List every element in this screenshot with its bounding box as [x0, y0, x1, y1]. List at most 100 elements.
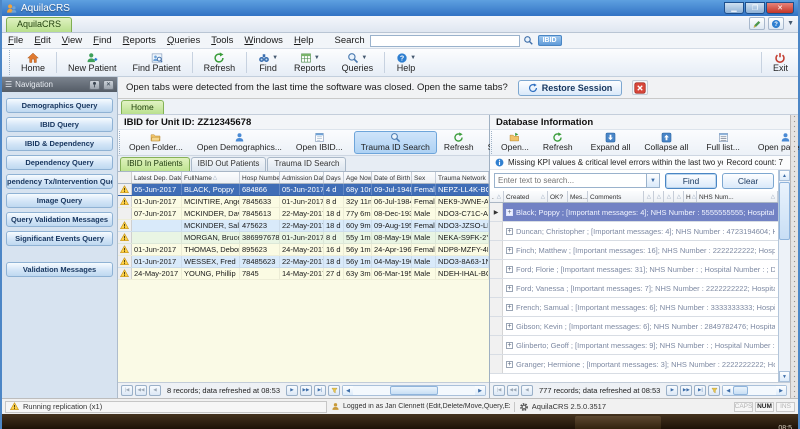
tab-aquilacrs[interactable]: AquilaCRS	[6, 17, 72, 32]
sidebar-item-significant-events-query[interactable]: Significant Events Query	[6, 231, 113, 246]
sidebar-item-demographics-query[interactable]: Demographics Query	[6, 98, 113, 113]
tab-trauma-id-search[interactable]: Trauma ID Search	[267, 157, 346, 171]
ibid-badge-button[interactable]: IBID	[538, 35, 562, 46]
scroll-left-arrow[interactable]: ◀	[723, 386, 733, 395]
db-record-row[interactable]: ▶+Black; Poppy ; [Important messages: 4]…	[490, 203, 778, 222]
db-record-row[interactable]: +French; Samual ; [Important messages: 6…	[490, 298, 778, 317]
scroll-up-arrow[interactable]: ▲	[779, 170, 790, 181]
patient-row[interactable]: 24-May-2017YOUNG, Phillip784514-May-2017…	[118, 268, 489, 280]
find-patient-button[interactable]: Find Patient	[125, 50, 189, 75]
sidebar-item-query-validation-messages[interactable]: Query Validation Messages	[6, 212, 113, 227]
patient-row[interactable]: 07-Jun-2017MCKINDER, David784561322-May-…	[118, 208, 489, 220]
prev-fast-page-button[interactable]: ◀◀	[135, 385, 147, 396]
close-button[interactable]: ✕	[766, 2, 794, 14]
column-header-admission-date[interactable]: Admission Date	[280, 172, 324, 183]
db-record-row[interactable]: +Gibson; Kevin ; [Important messages: 6]…	[490, 317, 778, 336]
sidebar-item-ibid-dependency[interactable]: IBID & Dependency	[6, 136, 113, 151]
db-column-header-comments[interactable]: Comments	[588, 191, 644, 202]
expand-row-icon[interactable]: +	[506, 361, 513, 368]
sidebar-item-dependency-query[interactable]: Dependency Query	[6, 155, 113, 170]
expand-row-icon[interactable]: +	[506, 228, 513, 235]
db-record-row[interactable]: +Ford; Florie ; [Important messages: 31]…	[490, 260, 778, 279]
column-header-age-now[interactable]: Age Now	[344, 172, 372, 183]
menu-reports[interactable]: Reports	[123, 35, 156, 46]
open-demographics-button[interactable]: Open Demographics...	[190, 131, 289, 154]
tab-ibid-in-patients[interactable]: IBID In Patients	[120, 157, 190, 171]
menu-find[interactable]: Find	[93, 35, 112, 46]
db-record-row[interactable]: +Glinberto; Geoff ; [Important messages:…	[490, 336, 778, 355]
right-splitter-grip[interactable]	[790, 115, 798, 398]
column-header-days-in[interactable]: Days In	[324, 172, 344, 183]
search-go-button[interactable]	[521, 34, 536, 47]
exit-button[interactable]: Exit	[765, 50, 796, 75]
tab-ibid-out-patients[interactable]: IBID Out Patients	[191, 157, 267, 171]
toolbar-grip[interactable]	[4, 50, 10, 75]
patient-row[interactable]: MCKINDER, Sally47562322-May-201718 d60y …	[118, 220, 489, 232]
last-page-button[interactable]: ▶|	[314, 385, 326, 396]
dismiss-notification-button[interactable]	[632, 80, 648, 95]
collapse-all-button[interactable]: Collapse all	[637, 131, 695, 154]
sidebar-item-dependency-tx-intervention-query[interactable]: Dependency Tx/Intervention Query	[6, 174, 113, 189]
prev-fast-page-button[interactable]: ◀◀	[507, 385, 519, 396]
sidebar-item-ibid-query[interactable]: IBID Query	[6, 117, 113, 132]
new-patient-button[interactable]: New Patient	[60, 50, 125, 75]
full-list-button[interactable]: Full list...	[699, 131, 747, 154]
db-vertical-scrollbar[interactable]: ▲ ▼	[778, 170, 790, 382]
patient-row[interactable]: 01-Jun-2017MCINTIRE, Angela784563301-Jun…	[118, 196, 489, 208]
scroll-down-arrow[interactable]: ▼	[779, 371, 790, 382]
customize-button[interactable]	[749, 17, 765, 30]
db-column-header-ok-[interactable]: OK?	[548, 191, 568, 202]
desktop-taskbar[interactable]: 08:5	[2, 414, 798, 429]
search-history-dropdown[interactable]: ▼	[646, 174, 659, 187]
scrollbar-thumb[interactable]	[733, 386, 748, 395]
column-header-hosp-number[interactable]: Hosp Number	[240, 172, 280, 183]
filter-button[interactable]	[328, 385, 340, 396]
db-column-header-nhs-num-[interactable]: NHS Num...△	[697, 191, 778, 202]
toolbar-grip[interactable]	[491, 131, 492, 154]
maximize-button[interactable]: ❐	[745, 2, 765, 14]
taskbar-item[interactable]	[575, 416, 661, 429]
expand-all-button[interactable]: Expand all	[584, 131, 638, 154]
db-record-row[interactable]: +Granger; Hermione ; [Important messages…	[490, 355, 778, 374]
reports-button[interactable]: ▼Reports	[286, 50, 334, 75]
expand-row-icon[interactable]: +	[506, 342, 513, 349]
patient-row[interactable]: 01-Jun-2017WESSEX, Fred7848562322-May-20…	[118, 256, 489, 268]
next-page-button[interactable]: ▶	[666, 385, 678, 396]
column-header-trauma-network-id[interactable]: Trauma Network ID	[436, 172, 489, 183]
clear-button[interactable]: Clear	[722, 173, 774, 189]
db-record-row[interactable]: +Ford; Vanessa ; [Important messages: 7]…	[490, 279, 778, 298]
scroll-right-arrow[interactable]: ▶	[475, 386, 485, 395]
db-column-header-8[interactable]: △	[674, 191, 684, 202]
expand-row-icon[interactable]: +	[506, 285, 513, 292]
help-button[interactable]: ?▼Help	[388, 50, 424, 75]
column-header-fullname[interactable]: FullName△	[182, 172, 240, 183]
minimize-button[interactable]: ▁	[724, 2, 744, 14]
patient-row[interactable]: MORGAN, Bruce38699767801-Jun-20178 d55y …	[118, 232, 489, 244]
filter-button[interactable]	[708, 385, 720, 396]
expand-row-icon[interactable]: +	[506, 304, 513, 311]
restore-session-button[interactable]: Restore Session	[518, 80, 623, 96]
open-folder-button[interactable]: Open Folder...	[122, 131, 190, 154]
next-fast-page-button[interactable]: ▶▶	[300, 385, 312, 396]
db-column-header-6[interactable]: △	[654, 191, 664, 202]
find-button[interactable]: Find	[665, 173, 717, 189]
db-search-input[interactable]	[495, 176, 646, 185]
global-search-input[interactable]	[370, 35, 520, 47]
column-header-sex[interactable]: Sex	[412, 172, 436, 183]
scroll-right-arrow[interactable]: ▶	[776, 386, 786, 395]
help-button-small[interactable]: ?	[768, 17, 784, 30]
db-record-row[interactable]: +Finch; Matthew ; [Important messages: 1…	[490, 241, 778, 260]
pin-panel-button[interactable]	[89, 80, 100, 90]
db-column-header-7[interactable]: △	[664, 191, 674, 202]
open-ibid-button[interactable]: Open IBID...	[289, 131, 350, 154]
expand-row-icon[interactable]: +	[506, 247, 513, 254]
expand-row-icon[interactable]: +	[506, 209, 513, 216]
refresh-button[interactable]: Refresh	[437, 131, 481, 154]
menu-edit[interactable]: Edit	[34, 35, 50, 46]
prev-page-button[interactable]: ◀	[149, 385, 161, 396]
prev-page-button[interactable]: ◀	[521, 385, 533, 396]
patient-row[interactable]: 05-Jun-2017BLACK, Poppy68486605-Jun-2017…	[118, 184, 489, 196]
home-button[interactable]: Home	[13, 50, 53, 75]
horizontal-scrollbar[interactable]: ◀▶	[342, 385, 486, 396]
column-header-date-of-birth[interactable]: Date of Birth	[372, 172, 412, 183]
